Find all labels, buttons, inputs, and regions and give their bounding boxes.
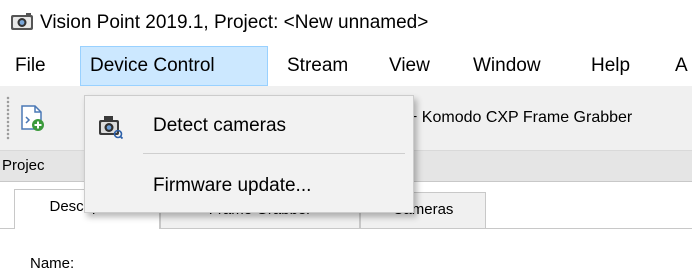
menu-item-detect-cameras[interactable]: Detect cameras <box>85 104 413 148</box>
toolbar-grip[interactable] <box>6 96 10 140</box>
device-control-dropdown: Detect cameras Firmware update... <box>84 95 414 213</box>
frame-grabber-label[interactable]: + Komodo CXP Frame Grabber <box>408 108 632 128</box>
menu-stream[interactable]: Stream <box>278 46 357 86</box>
title-bar: Vision Point 2019.1, Project: <New unnam… <box>0 0 692 46</box>
window-title: Vision Point 2019.1, Project: <New unnam… <box>40 12 429 33</box>
firmware-update-label: Firmware update... <box>153 175 312 196</box>
add-document-icon[interactable] <box>18 104 46 132</box>
project-panel-title: Projec <box>2 157 45 174</box>
menu-separator <box>143 153 405 154</box>
app-camera-icon <box>11 13 33 30</box>
menu-window[interactable]: Window <box>464 46 550 86</box>
detect-cameras-label: Detect cameras <box>153 115 287 136</box>
menu-device-control[interactable]: Device Control <box>80 46 268 86</box>
menu-bar: File Device Control Stream View Window H… <box>0 46 692 86</box>
menu-view[interactable]: View <box>380 46 439 86</box>
camera-detect-icon <box>99 116 123 139</box>
menu-help[interactable]: Help <box>582 46 639 86</box>
menu-item-firmware-update[interactable]: Firmware update... <box>85 164 413 208</box>
menu-file[interactable]: File <box>6 46 55 86</box>
name-label: Name: <box>30 255 75 272</box>
menu-a[interactable]: A <box>666 46 692 86</box>
